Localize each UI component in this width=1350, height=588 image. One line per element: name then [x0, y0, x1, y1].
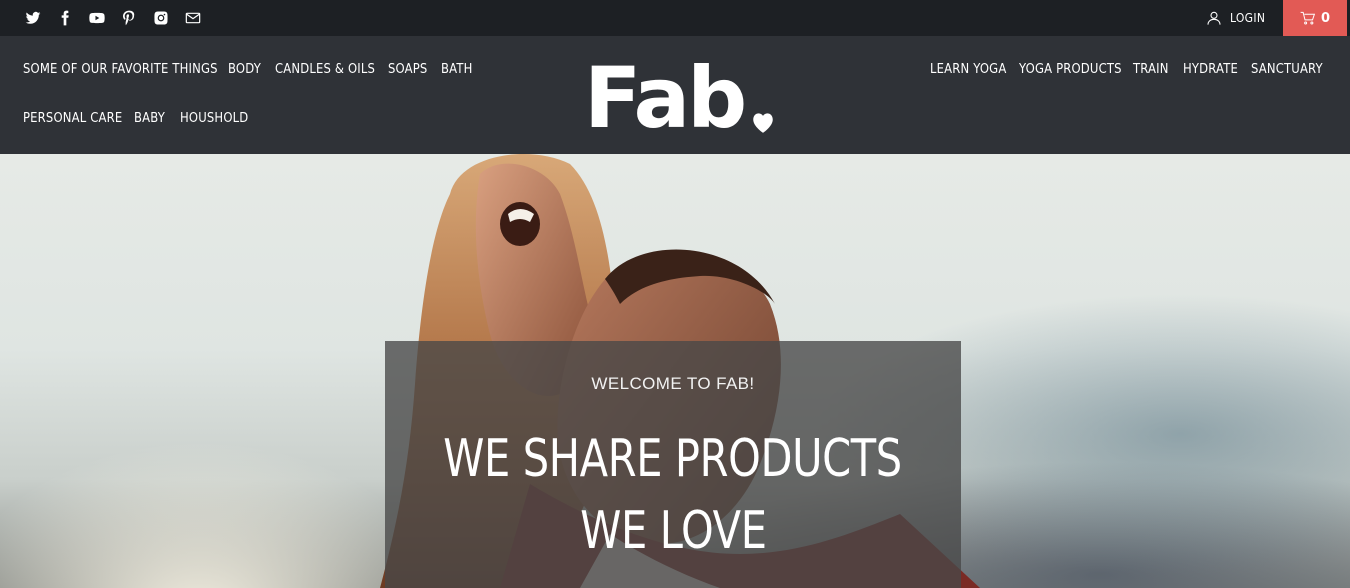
- nav-item-learn-yoga[interactable]: LEARN YOGA: [930, 61, 1006, 77]
- main-header: SOME OF OUR FAVORITE THINGS BODY CANDLES…: [0, 36, 1350, 154]
- nav-item-houshold[interactable]: HOUSHOLD: [180, 110, 248, 126]
- nav-item-bath[interactable]: BATH: [441, 61, 473, 77]
- facebook-icon[interactable]: [56, 9, 74, 27]
- login-link[interactable]: LOGIN: [1206, 0, 1265, 36]
- hero-headline: WE SHARE PRODUCTS WE LOVE: [385, 423, 961, 567]
- email-icon[interactable]: [184, 9, 202, 27]
- social-links: [24, 0, 202, 36]
- nav-item-favorite-things[interactable]: SOME OF OUR FAVORITE THINGS: [23, 61, 218, 77]
- site-logo[interactable]: Fab: [584, 44, 776, 140]
- heart-icon: [753, 113, 774, 133]
- hero-welcome-text: WELCOME TO FAB!: [591, 374, 755, 393]
- instagram-icon[interactable]: [152, 9, 170, 27]
- nav-item-personal-care[interactable]: PERSONAL CARE: [23, 110, 122, 126]
- nav-item-sanctuary[interactable]: SANCTUARY: [1251, 61, 1323, 77]
- nav-item-train[interactable]: TRAIN: [1133, 61, 1169, 77]
- nav-item-yoga-products[interactable]: YOGA PRODUCTS: [1019, 61, 1122, 77]
- nav-item-hydrate[interactable]: HYDRATE: [1183, 61, 1238, 77]
- cart-icon: [1300, 11, 1315, 25]
- youtube-icon[interactable]: [88, 9, 106, 27]
- hero-headline-line1: WE SHARE PRODUCTS: [443, 429, 903, 489]
- top-utility-bar: LOGIN 0: [0, 0, 1350, 36]
- hero-text-overlay: WELCOME TO FAB! WE SHARE PRODUCTS WE LOV…: [385, 341, 961, 588]
- hero-headline-line2: WE LOVE: [579, 501, 767, 561]
- pinterest-icon[interactable]: [120, 9, 138, 27]
- user-icon: [1207, 11, 1221, 25]
- nav-item-baby[interactable]: BABY: [134, 110, 165, 126]
- nav-item-soaps[interactable]: SOAPS: [388, 61, 427, 77]
- nav-item-body[interactable]: BODY: [228, 61, 261, 77]
- nav-item-candles-oils[interactable]: CANDLES & OILS: [275, 61, 375, 77]
- logo-text: Fab: [584, 49, 747, 147]
- login-label: LOGIN: [1230, 11, 1266, 25]
- hero-banner: WELCOME TO FAB! WE SHARE PRODUCTS WE LOV…: [0, 154, 1350, 588]
- cart-count: 0: [1320, 10, 1331, 26]
- twitter-icon[interactable]: [24, 9, 42, 27]
- cart-button[interactable]: 0: [1283, 0, 1347, 36]
